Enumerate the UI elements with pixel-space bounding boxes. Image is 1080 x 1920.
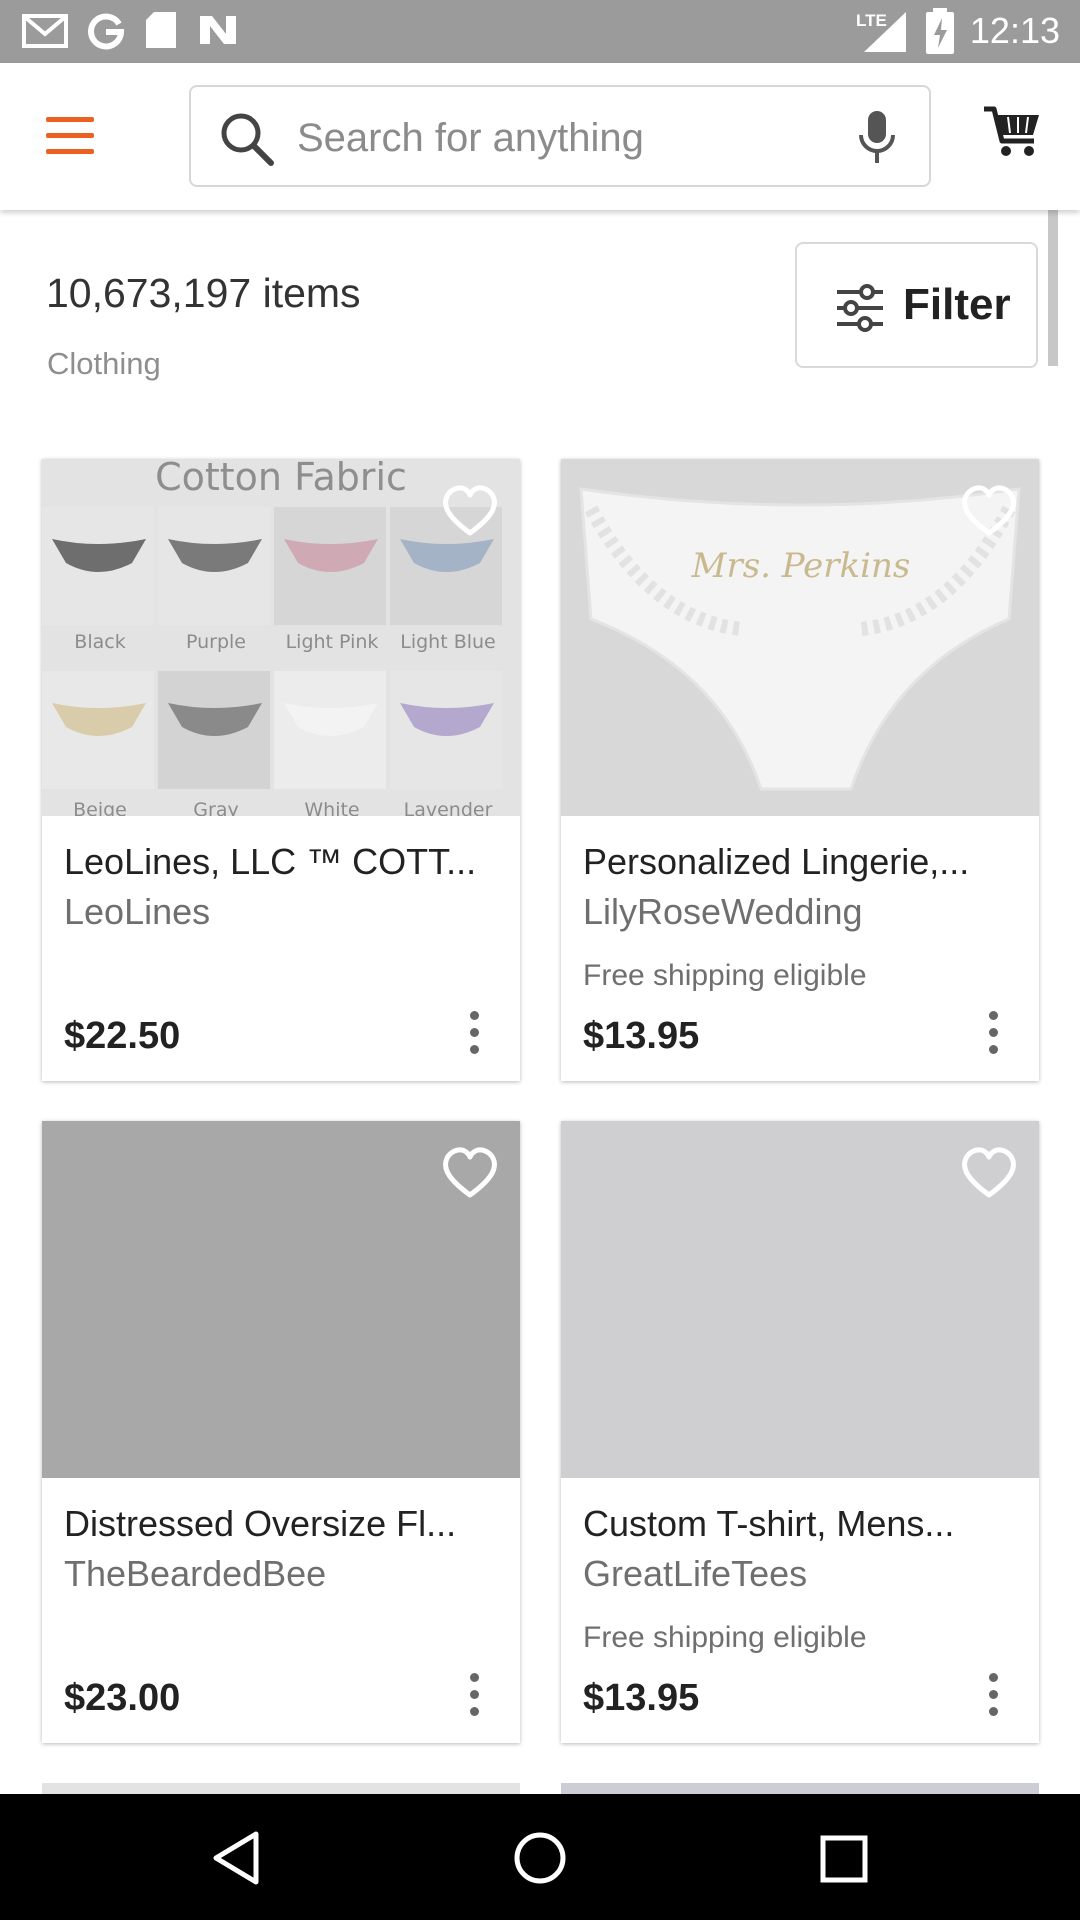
favorite-heart-icon[interactable]: [961, 485, 1017, 537]
listing-price: $13.95: [583, 1015, 700, 1057]
listing-card[interactable]: Cotton Fabric Black Purple Light Pink Li…: [42, 459, 520, 1081]
hamburger-menu-icon: [46, 117, 94, 154]
signal-icon: LTE: [856, 11, 906, 52]
listing-shop: LeoLines: [64, 891, 211, 932]
svg-text:LTE: LTE: [856, 11, 887, 30]
category-label: Clothing: [47, 346, 161, 381]
more-options-icon[interactable]: [983, 1011, 1003, 1055]
search-bar[interactable]: [189, 85, 931, 187]
top-bar: [0, 63, 1080, 210]
search-input[interactable]: [295, 107, 819, 169]
search-icon: [221, 113, 274, 166]
listing-image[interactable]: Mrs. Perkins: [561, 459, 1039, 816]
microphone-icon[interactable]: [855, 109, 899, 167]
gmail-icon: [22, 14, 68, 48]
system-icons: LTE 12:13: [856, 8, 1060, 54]
listing-shop: TheBeardedBee: [64, 1553, 327, 1594]
listing-title: Personalized Lingerie,...: [583, 841, 970, 882]
listing-card[interactable]: Mrs. Perkins Personalized Lingerie,... L…: [561, 459, 1039, 1081]
clock: 12:13: [969, 10, 1060, 51]
filter-sliders-icon: [837, 284, 883, 332]
more-options-icon[interactable]: [464, 1011, 484, 1055]
results-count: 10,673,197 items: [46, 270, 361, 316]
status-bar: LTE 12:13: [0, 0, 1080, 63]
scrollbar[interactable]: [1048, 210, 1058, 366]
notification-icons: [22, 10, 240, 50]
favorite-heart-icon[interactable]: [442, 1147, 498, 1199]
listing-shipping: Free shipping eligible: [583, 959, 867, 992]
listing-shop: GreatLifeTees: [583, 1553, 808, 1594]
listing-card[interactable]: Distressed Oversize Fl... TheBeardedBee …: [42, 1121, 520, 1743]
listing-price: $22.50: [64, 1015, 181, 1057]
shopping-cart-icon[interactable]: [982, 103, 1042, 161]
favorite-heart-icon[interactable]: [961, 1147, 1017, 1199]
listing-title: Distressed Oversize Fl...: [64, 1503, 457, 1544]
home-icon[interactable]: [511, 1828, 569, 1888]
system-nav-bar: [0, 1794, 1080, 1920]
listing-shipping: Free shipping eligible: [583, 1621, 867, 1654]
listing-title: LeoLines, LLC ™ COTT...: [64, 841, 477, 882]
listing-shop: LilyRoseWedding: [583, 891, 863, 932]
listing-card[interactable]: Custom T-shirt, Mens... GreatLifeTees Fr…: [561, 1121, 1039, 1743]
listing-image[interactable]: [561, 1121, 1039, 1478]
listing-image[interactable]: [42, 1121, 520, 1478]
filter-button[interactable]: Filter: [795, 242, 1038, 368]
battery-charging-icon: [925, 8, 954, 54]
google-icon: [88, 13, 125, 50]
listing-price: $23.00: [64, 1677, 181, 1719]
sd-card-icon: [146, 12, 176, 48]
listing-title: Custom T-shirt, Mens...: [583, 1503, 955, 1544]
favorite-heart-icon[interactable]: [442, 485, 498, 537]
n-icon: [200, 16, 236, 44]
recents-icon[interactable]: [816, 1828, 872, 1888]
svg-text:Mrs. Perkins: Mrs. Perkins: [691, 546, 911, 586]
panties-row-2: [52, 703, 494, 736]
more-options-icon[interactable]: [464, 1673, 484, 1717]
back-icon[interactable]: [208, 1828, 264, 1888]
menu-button[interactable]: [44, 111, 100, 161]
listing-price: $13.95: [583, 1677, 700, 1719]
more-options-icon[interactable]: [983, 1673, 1003, 1717]
filter-label: Filter: [903, 280, 1011, 329]
listing-image[interactable]: Cotton Fabric Black Purple Light Pink Li…: [42, 459, 520, 816]
